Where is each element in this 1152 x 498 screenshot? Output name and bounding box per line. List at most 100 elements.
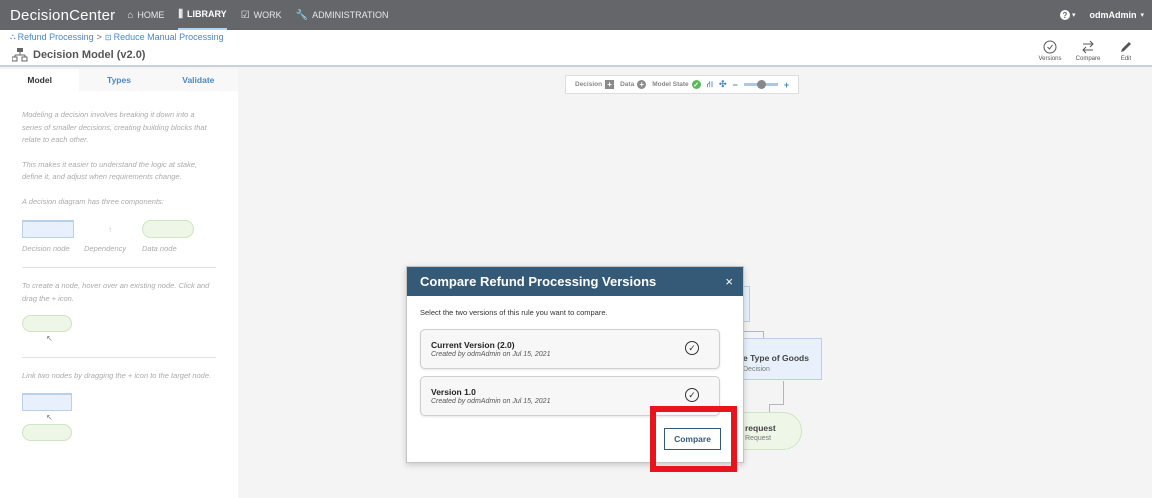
nav-right: ? ▾ odmAdmin ▾ [1059,10,1152,20]
compare-toolbar-label: Compare [1075,56,1101,62]
divider [22,267,216,268]
node-title: e Type of Goods [743,353,809,363]
dialog-title: Compare Refund Processing Versions [420,274,657,289]
branch-icon: ⊡ [104,32,112,42]
help-text-5: Link two nodes by dragging the + icon to… [22,371,212,380]
breadcrumb-separator: > [96,32,102,42]
zoom-out-icon[interactable]: − [733,80,738,90]
help-text-2: This makes it easier to understand the l… [22,159,198,182]
zoom-slider[interactable] [743,80,778,89]
nav-library[interactable]: ⫼ LIBRARY [178,0,227,30]
home-icon: ⌂ [127,9,134,21]
left-tabs: Model Types Validate [0,69,238,91]
dependency-link [743,331,763,332]
breadcrumb: ⛬ Refund Processing > ⊡ Reduce Manual Pr… [10,32,224,42]
version-meta: Created by odmAdmin on Jul 15, 2021 [431,398,551,405]
add-decision-label: Decision [575,81,603,88]
add-decision-button[interactable]: Decision + [575,80,615,89]
left-panel: Model Types Validate Modeling a decision… [0,69,238,498]
clock-icon [1043,40,1057,54]
tab-validate[interactable]: Validate [158,69,238,91]
nav-work[interactable]: ☑ WORK [241,0,282,30]
version-title: Version 1.0 [431,387,476,397]
fit-view-icon[interactable]: ✣ [719,79,727,90]
pencil-icon [1121,42,1131,52]
legend-data-node-label: Data node [142,244,177,253]
help-text-1: Modeling a decision involves breaking it… [22,110,207,144]
add-data-button[interactable]: Data + [620,80,647,89]
decision-node-sample [22,220,74,238]
help-text-3: A decision diagram has three components: [22,196,164,206]
dialog-instruction: Select the two versions of this rule you… [420,308,608,317]
breadcrumb-reduce-manual-processing[interactable]: Reduce Manual Processing [114,32,224,42]
check-circle-icon: ✓ [691,80,701,89]
help-caret-icon[interactable]: ▾ [1072,11,1076,19]
create-node-demo [22,315,72,332]
work-icon: ☑ [240,9,250,21]
legend-decision-node-label: Decision node [22,244,70,253]
edit-button[interactable]: Edit [1108,40,1144,62]
help-icon[interactable]: ? [1059,10,1070,20]
nav-home-label: HOME [137,10,165,20]
legend-dependency-label: Dependency [84,244,127,253]
diagram-node-type-of-goods[interactable]: e Type of Goods Decision [736,338,822,380]
diagram-legend: Decision node ↑ Dependency Data node [22,220,216,253]
cursor-icon: ↖ [46,412,53,422]
diagram-node-request[interactable]: request Request [736,412,802,450]
cursor-icon: ↖ [46,334,53,343]
wrench-icon: 🔧 [295,9,309,21]
legend-data-node: Data node [142,220,194,253]
dependency-arrow-icon: ↑ [108,224,112,234]
version-meta: Created by odmAdmin on Jul 15, 2021 [431,351,551,358]
page-title-text: Decision Model (v2.0) [33,49,146,61]
canvas-toolbar: Decision + Data + Model State ✓ ⛙ ✣ − + [565,75,800,94]
node-type: Decision [743,366,770,373]
check-circle-icon[interactable]: ✓ [685,388,699,402]
layout-tree-icon[interactable]: ⛙ [707,79,713,91]
data-node-sample [142,220,194,238]
highlight-box [650,406,737,472]
edit-label: Edit [1120,56,1132,62]
version-card-current[interactable]: Current Version (2.0) Created by odmAdmi… [420,329,720,369]
user-caret-icon[interactable]: ▾ [1140,11,1144,19]
dependency-link [769,404,784,405]
nav-administration[interactable]: 🔧 ADMINISTRATION [296,0,389,30]
node-type: Request [745,435,772,442]
nav-administration-label: ADMINISTRATION [312,10,389,20]
user-menu[interactable]: odmAdmin [1089,10,1136,20]
model-state-button[interactable]: Model State ✓ [652,80,701,89]
add-data-label: Data [620,81,635,88]
left-panel-content: Modeling a decision involves breaking it… [0,109,238,441]
model-state-label: Model State [652,81,689,88]
nav-work-label: WORK [253,10,282,20]
versions-button[interactable]: Versions [1032,40,1068,62]
node-title: request [745,423,776,433]
page-title: Decision Model (v2.0) [12,48,145,62]
divider [22,357,216,358]
link-node-demo-decision [22,392,72,411]
zoom-in-icon[interactable]: + [784,80,789,90]
versions-label: Versions [1038,56,1062,62]
library-icon: ⫼ [178,8,184,20]
sub-header: ⛬ Refund Processing > ⊡ Reduce Manual Pr… [0,30,1152,67]
project-icon: ⛬ [10,32,16,41]
version-title: Current Version (2.0) [431,340,515,350]
breadcrumb-refund-processing[interactable]: Refund Processing [18,32,94,42]
check-circle-icon[interactable]: ✓ [685,341,699,355]
plus-circle-icon: + [637,80,647,89]
dependency-link [769,404,770,412]
decision-model-icon [12,48,28,62]
legend-dependency: ↑ Dependency [84,220,136,254]
link-node-demo-data [22,423,72,441]
legend-decision-node: Decision node [22,220,74,253]
dependency-link [763,331,764,338]
tab-types[interactable]: Types [79,69,159,91]
top-nav: DecisionCenter ⌂ HOME ⫼ LIBRARY ☑ WORK 🔧… [0,0,1152,30]
brand-logo[interactable]: DecisionCenter [10,7,115,24]
swap-arrows-icon [1082,40,1094,54]
tab-model[interactable]: Model [0,69,80,91]
nav-home[interactable]: ⌂ HOME [127,0,164,30]
dialog-header: Compare Refund Processing Versions × [407,267,743,296]
compare-toolbar-button[interactable]: Compare [1070,40,1106,62]
close-icon[interactable]: × [725,274,733,289]
